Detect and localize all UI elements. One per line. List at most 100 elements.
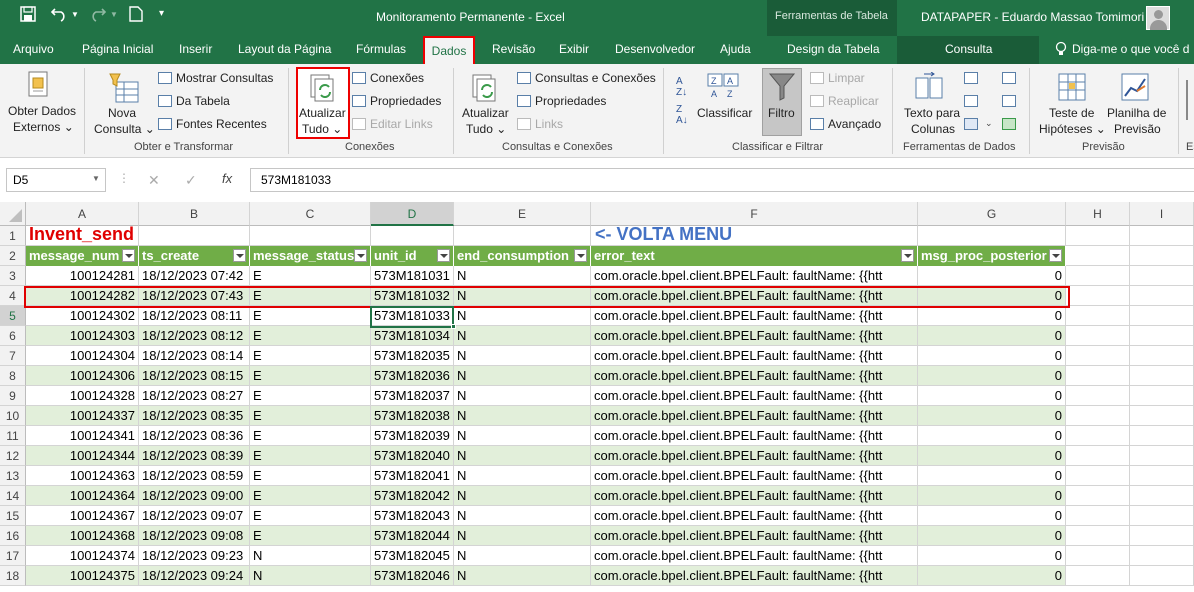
column-header-b[interactable]: B bbox=[139, 202, 250, 226]
table-cell[interactable]: E bbox=[250, 346, 371, 366]
select-all-corner[interactable] bbox=[0, 202, 26, 226]
cell[interactable] bbox=[1130, 246, 1194, 266]
table-cell[interactable]: 18/12/2023 08:27 bbox=[139, 386, 250, 406]
table-cell[interactable]: 0 bbox=[918, 486, 1066, 506]
avatar[interactable] bbox=[1146, 6, 1170, 30]
table-cell[interactable]: 18/12/2023 08:12 bbox=[139, 326, 250, 346]
cell[interactable] bbox=[1066, 526, 1130, 546]
user-name[interactable]: DATAPAPER - Eduardo Massao Tomimori bbox=[921, 10, 1144, 24]
table-cell[interactable]: N bbox=[454, 406, 591, 426]
table-cell[interactable]: N bbox=[454, 346, 591, 366]
row-header[interactable]: 15 bbox=[0, 506, 26, 526]
cancel-icon[interactable]: ✕ bbox=[148, 172, 160, 189]
table-cell[interactable]: 0 bbox=[918, 286, 1066, 306]
table-cell[interactable]: com.oracle.bpel.client.BPELFault: faultN… bbox=[591, 326, 918, 346]
insert-function-icon[interactable]: fx bbox=[222, 171, 232, 186]
consolidate-icon[interactable] bbox=[1002, 72, 1016, 84]
table-cell[interactable]: 573M182038 bbox=[371, 406, 454, 426]
table-cell[interactable]: N bbox=[454, 466, 591, 486]
table-cell[interactable]: 573M182037 bbox=[371, 386, 454, 406]
table-header-cell[interactable]: unit_id bbox=[371, 246, 454, 266]
table-cell[interactable]: N bbox=[454, 326, 591, 346]
table-cell[interactable]: 100124328 bbox=[26, 386, 139, 406]
table-cell[interactable]: com.oracle.bpel.client.BPELFault: faultN… bbox=[591, 306, 918, 326]
what-if-label1[interactable]: Teste de bbox=[1049, 106, 1094, 120]
table-cell[interactable]: 100124367 bbox=[26, 506, 139, 526]
table-cell[interactable]: E bbox=[250, 486, 371, 506]
table-cell[interactable]: 0 bbox=[918, 446, 1066, 466]
show-queries-button[interactable]: Mostrar Consultas bbox=[158, 71, 273, 85]
cell[interactable] bbox=[1066, 266, 1130, 286]
table-cell[interactable]: 100124303 bbox=[26, 326, 139, 346]
table-cell[interactable]: 100124368 bbox=[26, 526, 139, 546]
table-header-cell[interactable]: end_consumption bbox=[454, 246, 591, 266]
tab-ajuda[interactable]: Ajuda bbox=[720, 42, 751, 56]
table-cell[interactable]: 18/12/2023 08:11 bbox=[139, 306, 250, 326]
cell[interactable] bbox=[1066, 386, 1130, 406]
outline-icon[interactable] bbox=[1186, 80, 1194, 120]
table-cell[interactable]: com.oracle.bpel.client.BPELFault: faultN… bbox=[591, 286, 918, 306]
cell[interactable] bbox=[1066, 306, 1130, 326]
tab-layout[interactable]: Layout da Página bbox=[238, 42, 331, 56]
filter-dropdown-icon[interactable] bbox=[437, 249, 450, 262]
cell[interactable] bbox=[1066, 426, 1130, 446]
refresh-all-2-label1[interactable]: Atualizar bbox=[462, 106, 509, 120]
table-cell[interactable]: 18/12/2023 09:00 bbox=[139, 486, 250, 506]
table-cell[interactable]: 100124375 bbox=[26, 566, 139, 586]
cell[interactable] bbox=[1066, 506, 1130, 526]
cell[interactable] bbox=[1130, 306, 1194, 326]
properties-2-button[interactable]: Propriedades bbox=[517, 94, 606, 108]
tell-me-search[interactable]: Diga-me o que você d bbox=[1072, 42, 1189, 56]
cell[interactable] bbox=[1130, 226, 1194, 246]
table-header-cell[interactable]: msg_proc_posterior bbox=[918, 246, 1066, 266]
table-header-cell[interactable]: message_status bbox=[250, 246, 371, 266]
undo-icon[interactable] bbox=[50, 6, 68, 26]
table-cell[interactable]: com.oracle.bpel.client.BPELFault: faultN… bbox=[591, 406, 918, 426]
row-header[interactable]: 12 bbox=[0, 446, 26, 466]
table-cell[interactable]: 573M181034 bbox=[371, 326, 454, 346]
forecast-sheet-label2[interactable]: Previsão bbox=[1114, 122, 1161, 136]
table-cell[interactable]: 0 bbox=[918, 306, 1066, 326]
name-box[interactable]: D5 bbox=[6, 168, 106, 192]
cell[interactable] bbox=[1066, 366, 1130, 386]
cell[interactable] bbox=[139, 226, 250, 246]
cell[interactable] bbox=[1130, 466, 1194, 486]
table-cell[interactable]: 18/12/2023 08:59 bbox=[139, 466, 250, 486]
undo-dropdown-icon[interactable]: ▼ bbox=[71, 10, 79, 19]
table-cell[interactable]: N bbox=[454, 446, 591, 466]
row-header[interactable]: 17 bbox=[0, 546, 26, 566]
connections-button[interactable]: Conexões bbox=[352, 71, 424, 85]
table-cell[interactable]: N bbox=[454, 566, 591, 586]
table-cell[interactable]: E bbox=[250, 446, 371, 466]
cell[interactable] bbox=[1130, 486, 1194, 506]
tab-formulas[interactable]: Fórmulas bbox=[356, 42, 406, 56]
table-cell[interactable]: 0 bbox=[918, 386, 1066, 406]
filter-dropdown-icon[interactable] bbox=[233, 249, 246, 262]
table-cell[interactable]: N bbox=[454, 506, 591, 526]
formula-input[interactable]: 573M181033 bbox=[250, 168, 1194, 192]
table-cell[interactable]: com.oracle.bpel.client.BPELFault: faultN… bbox=[591, 346, 918, 366]
table-cell[interactable]: com.oracle.bpel.client.BPELFault: faultN… bbox=[591, 446, 918, 466]
table-cell[interactable]: com.oracle.bpel.client.BPELFault: faultN… bbox=[591, 486, 918, 506]
table-cell[interactable]: 573M182039 bbox=[371, 426, 454, 446]
fill-handle[interactable] bbox=[451, 324, 456, 329]
table-cell[interactable]: com.oracle.bpel.client.BPELFault: faultN… bbox=[591, 266, 918, 286]
table-cell[interactable]: 100124341 bbox=[26, 426, 139, 446]
table-cell[interactable]: 100124337 bbox=[26, 406, 139, 426]
table-cell[interactable]: 18/12/2023 09:08 bbox=[139, 526, 250, 546]
cell[interactable] bbox=[1130, 406, 1194, 426]
flash-fill-icon[interactable] bbox=[964, 72, 978, 84]
table-header-cell[interactable]: ts_create bbox=[139, 246, 250, 266]
row-header[interactable]: 13 bbox=[0, 466, 26, 486]
sort-za-icon[interactable]: Z A↓ bbox=[676, 104, 688, 126]
cell[interactable] bbox=[1066, 446, 1130, 466]
row-header[interactable]: 8 bbox=[0, 366, 26, 386]
table-cell[interactable]: N bbox=[454, 306, 591, 326]
table-cell[interactable]: 18/12/2023 08:39 bbox=[139, 446, 250, 466]
table-cell[interactable]: 18/12/2023 08:36 bbox=[139, 426, 250, 446]
table-cell[interactable]: 18/12/2023 08:15 bbox=[139, 366, 250, 386]
recent-sources-button[interactable]: Fontes Recentes bbox=[158, 117, 267, 131]
cell[interactable] bbox=[1130, 506, 1194, 526]
table-cell[interactable]: 18/12/2023 08:14 bbox=[139, 346, 250, 366]
table-cell[interactable]: 573M181032 bbox=[371, 286, 454, 306]
